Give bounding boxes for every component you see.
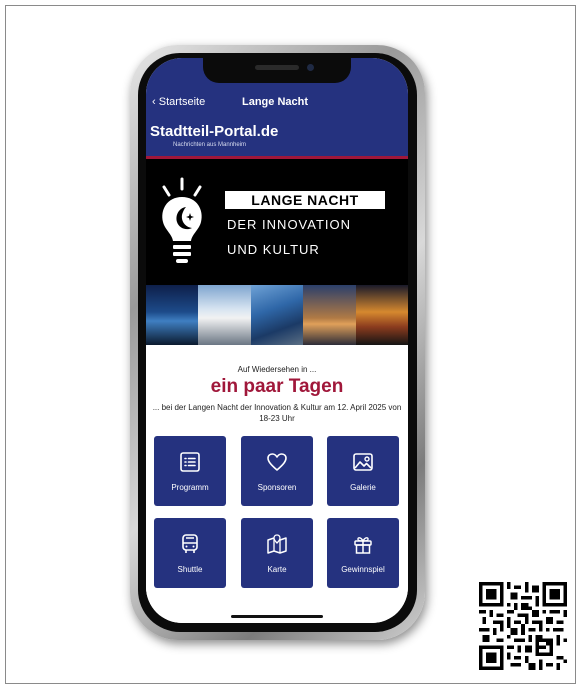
portal-tagline: Nachrichten aus Mannheim bbox=[173, 142, 247, 148]
front-camera bbox=[307, 64, 314, 71]
tile-label: Programm bbox=[171, 483, 209, 492]
back-button[interactable]: ‹ Startseite bbox=[152, 96, 205, 108]
tile-karte[interactable]: Karte bbox=[241, 518, 313, 588]
speaker-grille bbox=[255, 65, 299, 70]
nav-title: Lange Nacht bbox=[242, 96, 309, 108]
photo-strip bbox=[146, 285, 408, 345]
event-title-line2: DER INNOVATION bbox=[227, 217, 352, 232]
photo-building-5 bbox=[355, 285, 408, 345]
countdown-intro: Auf Wiedersehen in ... bbox=[237, 365, 317, 374]
event-banner: LANGE NACHT DER INNOVATION UND KULTUR bbox=[146, 159, 408, 345]
event-title-line1: LANGE NACHT bbox=[225, 191, 385, 209]
back-label: Startseite bbox=[158, 96, 206, 108]
tile-sponsoren[interactable]: Sponsoren bbox=[241, 436, 313, 506]
tile-shuttle[interactable]: Shuttle bbox=[154, 518, 226, 588]
qr-code bbox=[479, 582, 567, 670]
map-icon bbox=[267, 534, 287, 554]
list-icon bbox=[180, 452, 200, 472]
portal-name: Stadtteil-Portal.de bbox=[150, 123, 279, 140]
tile-gewinnspiel[interactable]: Gewinnspiel bbox=[327, 518, 399, 588]
countdown-value: ein paar Tagen bbox=[210, 376, 344, 397]
bus-icon bbox=[182, 534, 198, 553]
portal-header: Stadtteil-Portal.de Nachrichten aus Mann… bbox=[146, 120, 408, 159]
photo-building-4 bbox=[303, 285, 356, 345]
photo-building-3 bbox=[250, 285, 304, 345]
heart-icon bbox=[267, 453, 287, 471]
home-indicator[interactable] bbox=[231, 615, 323, 618]
tile-label: Shuttle bbox=[177, 565, 203, 574]
event-details: ... bei der Langen Nacht der Innovation … bbox=[152, 403, 402, 423]
tile-label: Sponsoren bbox=[257, 483, 297, 492]
tile-label: Galerie bbox=[350, 483, 376, 492]
photo-building-2 bbox=[198, 285, 251, 345]
chevron-left-icon: ‹ bbox=[152, 96, 156, 108]
tile-label: Gewinnspiel bbox=[341, 565, 385, 574]
gift-icon bbox=[354, 537, 372, 554]
tile-galerie[interactable]: Galerie bbox=[327, 436, 399, 506]
event-title-line3: UND KULTUR bbox=[227, 242, 320, 257]
tile-programm[interactable]: Programm bbox=[154, 436, 226, 506]
image-icon bbox=[353, 453, 373, 471]
lightbulb-moon-icon bbox=[162, 177, 202, 263]
photo-building-1 bbox=[146, 285, 199, 345]
app-screen: ‹ Startseite Lange Nacht Stadtteil-Porta… bbox=[146, 58, 408, 623]
phone-notch bbox=[203, 57, 351, 83]
tile-label: Karte bbox=[267, 565, 287, 574]
